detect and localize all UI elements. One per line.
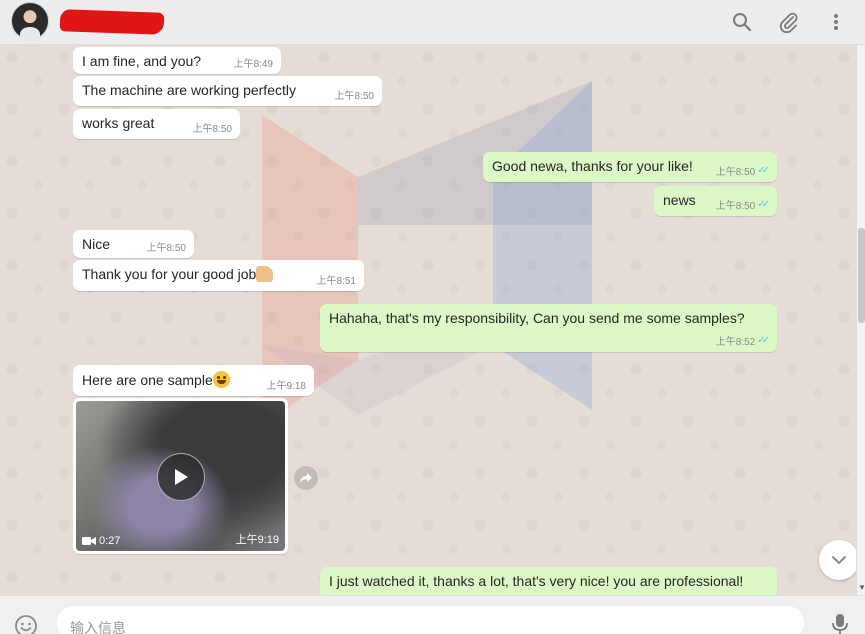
message-text: Nice bbox=[82, 236, 111, 252]
read-receipt-icon: ✓✓ bbox=[757, 335, 770, 346]
message-text: I am fine, and you? bbox=[82, 53, 202, 69]
message-time: 上午8:50 bbox=[715, 167, 756, 178]
scroll-to-bottom-button[interactable] bbox=[819, 540, 856, 580]
video-message[interactable]: 0:27 上午9:19 bbox=[73, 398, 288, 554]
attach-icon[interactable] bbox=[775, 8, 803, 36]
chevron-down-icon bbox=[832, 556, 846, 565]
chat-header bbox=[0, 0, 865, 45]
video-duration: 0:27 bbox=[82, 535, 120, 547]
composer-bar bbox=[0, 595, 865, 634]
message-outgoing[interactable]: I just watched it, thanks a lot, that's … bbox=[320, 567, 777, 595]
message-outgoing[interactable]: Good newa, thanks for your like! 上午8:50 ✓… bbox=[483, 152, 777, 182]
forward-icon[interactable] bbox=[294, 466, 318, 490]
message-time: 上午8:52 bbox=[715, 337, 756, 348]
message-time: 上午8:51 bbox=[316, 276, 356, 287]
message-meta: 上午8:50 ✓✓ bbox=[715, 163, 770, 178]
message-text: news bbox=[663, 192, 696, 208]
contact-name-redacted bbox=[59, 9, 165, 35]
message-text: I just watched it, thanks a lot, that's … bbox=[329, 573, 744, 589]
scrollbar-thumb[interactable] bbox=[858, 228, 865, 323]
message-text: Thank you for your good job bbox=[82, 266, 257, 282]
menu-icon[interactable] bbox=[822, 8, 850, 36]
chat-panel[interactable]: I am fine, and you? 上午8:49 The machine a… bbox=[0, 45, 856, 595]
message-time: 上午8:50 bbox=[192, 124, 232, 135]
message-incoming[interactable]: Nice 上午8:50 bbox=[73, 230, 194, 258]
message-outgoing[interactable]: news 上午8:50 ✓✓ bbox=[654, 186, 777, 216]
message-incoming[interactable]: works great 上午8:50 bbox=[73, 109, 240, 139]
video-camera-icon bbox=[82, 537, 96, 545]
message-time: 上午9:18 bbox=[266, 381, 306, 392]
message-incoming[interactable]: Here are one sample 上午9:18 bbox=[73, 365, 314, 396]
grinning-face-emoji-icon bbox=[212, 371, 230, 388]
microphone-icon[interactable] bbox=[830, 613, 850, 634]
message-meta: 上午8:50 ✓✓ bbox=[715, 197, 770, 212]
message-outgoing[interactable]: Hahaha, that's my responsibility, Can yo… bbox=[320, 304, 777, 352]
thumbs-up-emoji-icon bbox=[256, 266, 274, 282]
video-thumbnail[interactable]: 0:27 上午9:19 bbox=[76, 401, 285, 551]
message-time: 上午9:19 bbox=[235, 534, 279, 546]
read-receipt-icon: ✓✓ bbox=[757, 165, 770, 176]
message-text: Hahaha, that's my responsibility, Can yo… bbox=[329, 310, 745, 326]
message-text: works great bbox=[82, 115, 155, 131]
message-incoming[interactable]: The machine are working perfectly 上午8:50 bbox=[73, 76, 382, 106]
message-incoming[interactable]: Thank you for your good job 上午8:51 bbox=[73, 260, 364, 291]
search-icon[interactable] bbox=[728, 8, 756, 36]
message-time: 上午8:49 bbox=[233, 59, 273, 70]
message-time: 上午8:50 bbox=[334, 91, 374, 102]
message-incoming[interactable]: I am fine, and you? 上午8:49 bbox=[73, 47, 281, 74]
video-duration-text: 0:27 bbox=[99, 535, 121, 547]
message-text: Good newa, thanks for your like! bbox=[492, 158, 693, 174]
play-button[interactable] bbox=[157, 453, 205, 501]
message-text: Here are one sample bbox=[82, 372, 213, 388]
contact-avatar[interactable] bbox=[11, 2, 49, 41]
emoji-picker-icon[interactable] bbox=[14, 614, 38, 634]
chat-scrollbar[interactable]: ▼ bbox=[856, 45, 865, 595]
message-meta: 上午8:52 ✓✓ bbox=[715, 333, 770, 348]
message-time: 上午8:50 bbox=[146, 243, 186, 254]
scroll-down-arrow-icon[interactable]: ▼ bbox=[858, 583, 865, 593]
message-input[interactable] bbox=[57, 606, 804, 634]
read-receipt-icon: ✓✓ bbox=[757, 199, 770, 210]
message-time: 上午8:50 bbox=[715, 201, 756, 212]
message-text: The machine are working perfectly bbox=[82, 82, 296, 98]
